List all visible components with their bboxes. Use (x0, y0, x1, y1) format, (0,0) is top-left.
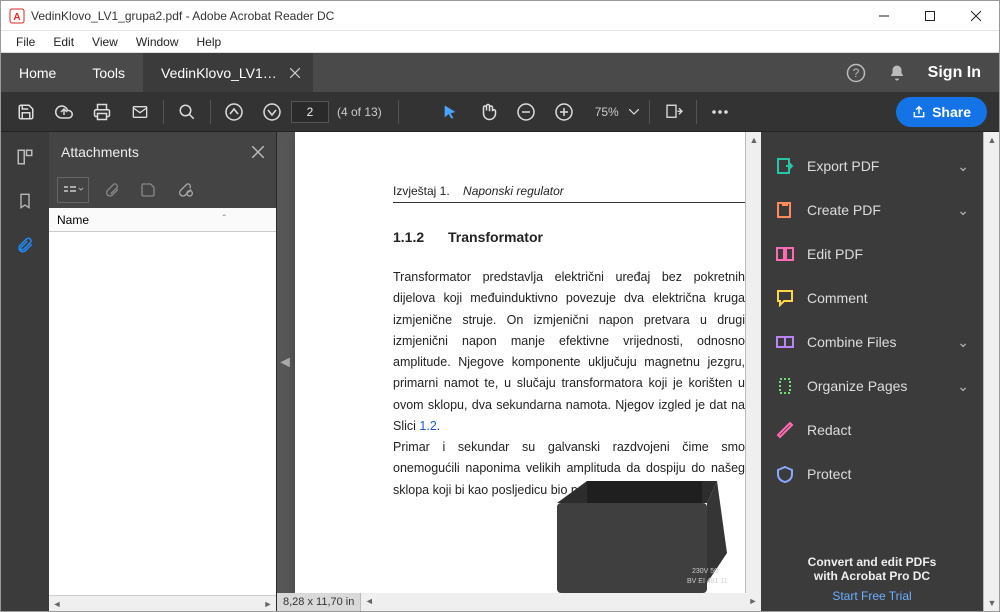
panel-collapse-left-icon[interactable]: ◄ (277, 132, 293, 593)
zoom-in-icon[interactable] (545, 93, 583, 131)
tab-home[interactable]: Home (1, 53, 74, 92)
chevron-down-icon: ⌄ (957, 158, 969, 175)
print-icon[interactable] (83, 93, 121, 131)
svg-text:A: A (13, 12, 20, 23)
attachments-panel: Attachments Name ˆ ◄ ► (49, 132, 277, 611)
promo-box: Convert and edit PDFs with Acrobat Pro D… (761, 541, 983, 611)
titlebar: A VedinKlovo_LV1_grupa2.pdf - Adobe Acro… (1, 1, 999, 31)
attachments-close-icon[interactable] (252, 146, 264, 158)
svg-text:?: ? (852, 66, 859, 80)
menubar: File Edit View Window Help (1, 31, 999, 53)
tab-close-icon[interactable] (287, 65, 303, 81)
rightpanel-vscroll[interactable]: ▲ ▼ (983, 132, 999, 611)
create-pdf-icon (775, 201, 795, 219)
share-button[interactable]: Share (896, 97, 987, 127)
search-icon[interactable] (168, 93, 206, 131)
share-label: Share (932, 104, 971, 120)
document-vscroll[interactable]: ▲ (745, 132, 761, 593)
help-icon[interactable]: ? (846, 63, 866, 83)
tools-panel: Export PDF⌄ Create PDF⌄ Edit PDF Comment… (761, 132, 983, 611)
rp-create-pdf[interactable]: Create PDF⌄ (761, 188, 983, 232)
more-tools-icon[interactable] (701, 93, 739, 131)
window-controls (861, 1, 999, 30)
document-hscroll[interactable]: ◄ ► (361, 593, 761, 611)
rp-comment[interactable]: Comment (761, 276, 983, 320)
page-header: Izvještaj 1. Naponski regulator (393, 184, 745, 203)
export-pdf-icon (775, 157, 795, 175)
attachments-list (49, 232, 276, 595)
attach-options-icon[interactable] (57, 177, 89, 203)
svg-text:230V 50: 230V 50 (692, 568, 718, 575)
rp-export-pdf[interactable]: Export PDF⌄ (761, 144, 983, 188)
transformer-image: 230V 50 BV EI 481 11 (517, 473, 727, 593)
fit-width-icon[interactable] (654, 93, 692, 131)
rp-edit-pdf[interactable]: Edit PDF (761, 232, 983, 276)
menu-help[interactable]: Help (188, 33, 231, 51)
sort-caret-icon: ˆ (223, 214, 226, 225)
page-down-icon[interactable] (253, 93, 291, 131)
rp-organize-pages[interactable]: Organize Pages⌄ (761, 364, 983, 408)
left-rail (1, 132, 49, 611)
organize-pages-icon (775, 377, 795, 395)
page-dimensions: 8,28 x 11,70 in (277, 593, 361, 611)
document-area: ◄ Izvještaj 1. Naponski regulator 1.1.2 … (277, 132, 761, 611)
attachments-column-name[interactable]: Name ˆ (49, 208, 276, 232)
maximize-button[interactable] (907, 1, 953, 30)
thumbnails-icon[interactable] (12, 144, 38, 170)
page-number-input[interactable] (291, 101, 329, 123)
attach-add-icon[interactable] (171, 177, 199, 203)
app-icon: A (9, 8, 25, 24)
comment-icon (775, 289, 795, 307)
bell-icon[interactable] (888, 64, 906, 82)
attachment-icon[interactable] (12, 232, 38, 258)
chevron-down-icon: ⌄ (957, 334, 969, 351)
edit-pdf-icon (775, 245, 795, 263)
section-heading: 1.1.2 Transformator (393, 229, 745, 245)
attachments-hscroll[interactable]: ◄ ► (49, 595, 276, 611)
select-tool-icon[interactable] (431, 93, 469, 131)
tab-document-label: VedinKlovo_LV1_gr... (161, 65, 279, 81)
rp-protect[interactable]: Protect (761, 452, 983, 496)
zoom-value: 75% (595, 105, 619, 119)
menu-file[interactable]: File (7, 33, 44, 51)
svg-text:BV EI 481 11: BV EI 481 11 (687, 578, 727, 585)
menu-edit[interactable]: Edit (44, 33, 83, 51)
attach-save-icon[interactable] (135, 177, 161, 203)
tab-document[interactable]: VedinKlovo_LV1_gr... (143, 53, 313, 92)
minimize-button[interactable] (861, 1, 907, 30)
menu-window[interactable]: Window (127, 33, 188, 51)
chevron-down-icon: ⌄ (957, 202, 969, 219)
zoom-dropdown-icon[interactable] (623, 93, 645, 131)
chevron-down-icon: ⌄ (957, 378, 969, 395)
tab-tools[interactable]: Tools (74, 53, 143, 92)
tabbar: Home Tools VedinKlovo_LV1_gr... ? Sign I… (1, 53, 999, 92)
content-area: Attachments Name ˆ ◄ ► ◄ I (1, 132, 999, 611)
save-icon[interactable] (7, 93, 45, 131)
zoom-out-icon[interactable] (507, 93, 545, 131)
bookmark-icon[interactable] (13, 188, 37, 214)
paragraph-1: Transformator predstavlja električni ure… (393, 267, 745, 437)
document-page[interactable]: Izvještaj 1. Naponski regulator 1.1.2 Tr… (295, 132, 745, 593)
sign-in-button[interactable]: Sign In (928, 64, 981, 82)
cloud-upload-icon[interactable] (45, 93, 83, 131)
figure-link[interactable]: 1.2 (419, 419, 436, 433)
rp-combine-files[interactable]: Combine Files⌄ (761, 320, 983, 364)
protect-icon (775, 465, 795, 483)
rp-redact[interactable]: Redact (761, 408, 983, 452)
page-up-icon[interactable] (215, 93, 253, 131)
close-button[interactable] (953, 1, 999, 30)
mail-icon[interactable] (121, 93, 159, 131)
window-title: VedinKlovo_LV1_grupa2.pdf - Adobe Acroba… (31, 9, 861, 23)
combine-files-icon (775, 333, 795, 351)
menu-view[interactable]: View (83, 33, 127, 51)
redact-icon (775, 421, 795, 439)
attach-open-icon[interactable] (99, 177, 125, 203)
page-total-label: (4 of 13) (337, 105, 382, 119)
attachments-title: Attachments (61, 144, 139, 160)
hand-tool-icon[interactable] (469, 93, 507, 131)
toolbar: (4 of 13) 75% Share (1, 92, 999, 132)
start-trial-link[interactable]: Start Free Trial (773, 589, 971, 603)
